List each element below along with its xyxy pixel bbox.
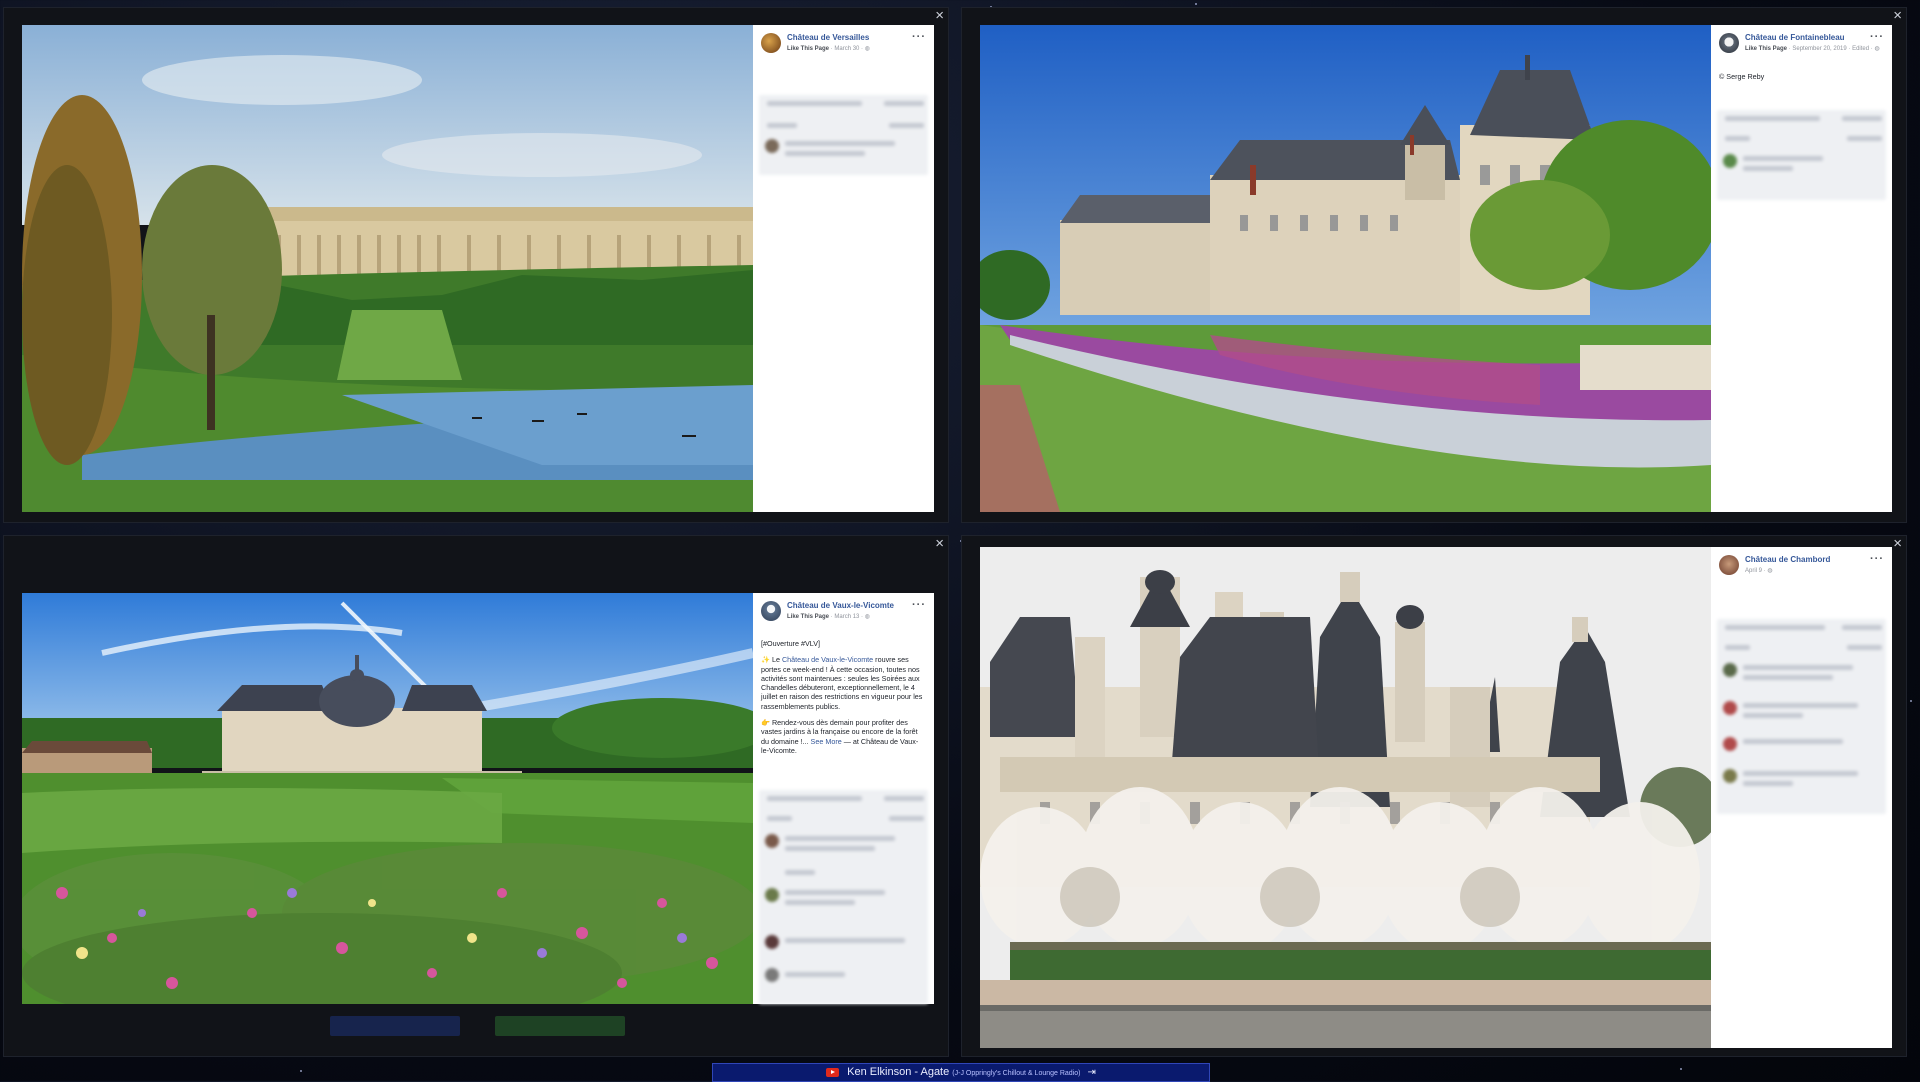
post-photo-vaux[interactable]	[22, 593, 753, 1004]
star	[1680, 1068, 1682, 1070]
post-meta: Like This Page · March 30 · ◍	[787, 46, 870, 52]
more-options-icon[interactable]: ···	[1870, 31, 1884, 43]
globe-icon: ◍	[864, 46, 870, 52]
more-options-icon[interactable]: ···	[912, 599, 926, 611]
page-mention-link[interactable]: Château de Vaux-le-Vicomte	[782, 655, 873, 664]
post-paragraph-2: 👉 Rendez-vous dès demain pour profiter d…	[761, 718, 926, 755]
youtube-icon	[826, 1067, 840, 1077]
close-icon[interactable]: ×	[935, 536, 944, 552]
post-photo-chambord[interactable]	[980, 547, 1711, 1048]
edited-label: Edited	[1852, 46, 1870, 52]
more-options-icon[interactable]: ···	[912, 31, 926, 43]
post-header: Château de Chambord April 9 · ◍ ···	[1719, 553, 1884, 585]
post-header: Château de Vaux-le-Vicomte Like This Pag…	[761, 599, 926, 631]
post-sidebar-chambord: Château de Chambord April 9 · ◍ ···	[1711, 547, 1892, 1048]
post-header: Château de Versailles Like This Page · M…	[761, 31, 926, 63]
post-date: September 20, 2019	[1792, 46, 1847, 52]
post-meta: Like This Page · March 13 · ◍	[787, 614, 870, 620]
page-name-link[interactable]: Château de Chambord	[1745, 555, 1830, 564]
see-more-link[interactable]: See More	[811, 737, 842, 746]
post-meta: April 9 · ◍	[1745, 568, 1773, 574]
post-paragraph-1: ✨ Le Château de Vaux-le-Vicomte rouvre s…	[761, 655, 926, 711]
like-page-link[interactable]: Like This Page	[787, 46, 829, 52]
open-external-icon[interactable]: ⇥	[1088, 1064, 1096, 1081]
create-account-button-ghost	[495, 1016, 625, 1036]
text-span: rouvre ses portes ce week-end ! À cette …	[761, 655, 923, 711]
comments-blurred	[759, 790, 928, 1004]
star	[300, 1070, 302, 1072]
close-icon[interactable]: ×	[935, 8, 944, 24]
post-sidebar-vaux: Château de Vaux-le-Vicomte Like This Pag…	[753, 593, 934, 1004]
globe-icon: ◍	[864, 614, 870, 620]
post-hashtag: [#Ouverture #VLV]	[761, 639, 820, 648]
comments-blurred	[759, 95, 928, 175]
photo-credit: © Serge Reby	[1719, 72, 1765, 81]
post-photo-versailles[interactable]	[22, 25, 753, 512]
log-in-button-ghost	[330, 1016, 460, 1036]
page-name-link[interactable]: Château de Fontainebleau	[1745, 33, 1845, 42]
post-meta: Like This Page · September 20, 2019 · Ed…	[1745, 46, 1880, 52]
star	[1195, 3, 1197, 5]
close-icon[interactable]: ×	[1893, 8, 1902, 24]
comments-blurred	[1717, 110, 1886, 200]
now-playing-track: Ken Elkinson - Agate	[847, 1066, 950, 1078]
post-photo-fontainebleau[interactable]	[980, 25, 1711, 512]
like-page-link[interactable]: Like This Page	[1745, 46, 1787, 52]
star	[1910, 700, 1912, 702]
post-sidebar-fontainebleau: Château de Fontainebleau Like This Page …	[1711, 25, 1892, 512]
page-avatar[interactable]	[1719, 33, 1739, 53]
text-span: ✨ Le	[761, 655, 782, 665]
post-date: April 9	[1745, 568, 1763, 574]
post-text: [#Ouverture #VLV] ✨ Le Château de Vaux-l…	[761, 639, 926, 762]
page-name-link[interactable]: Château de Vaux-le-Vicomte	[787, 601, 894, 610]
like-page-link[interactable]: Like This Page	[787, 614, 829, 620]
music-player-bar[interactable]: Ken Elkinson - Agate (J-J Oppringly's Ch…	[712, 1063, 1210, 1082]
globe-icon: ◍	[1767, 568, 1773, 574]
more-options-icon[interactable]: ···	[1870, 553, 1884, 565]
page-avatar[interactable]	[1719, 555, 1739, 575]
post-text: © Serge Reby	[1719, 72, 1884, 88]
radio-station: (J-J Oppringly's Chillout & Lounge Radio…	[952, 1070, 1081, 1077]
page-name-link[interactable]: Château de Versailles	[787, 33, 869, 42]
post-header: Château de Fontainebleau Like This Page …	[1719, 31, 1884, 63]
post-date: March 30	[834, 46, 860, 52]
close-icon[interactable]: ×	[1893, 536, 1902, 552]
comments-blurred	[1717, 619, 1886, 814]
page-avatar[interactable]	[761, 33, 781, 53]
page-avatar[interactable]	[761, 601, 781, 621]
post-sidebar-versailles: Château de Versailles Like This Page · M…	[753, 25, 934, 512]
globe-icon: ◍	[1874, 46, 1880, 52]
post-date: March 13	[834, 614, 860, 620]
